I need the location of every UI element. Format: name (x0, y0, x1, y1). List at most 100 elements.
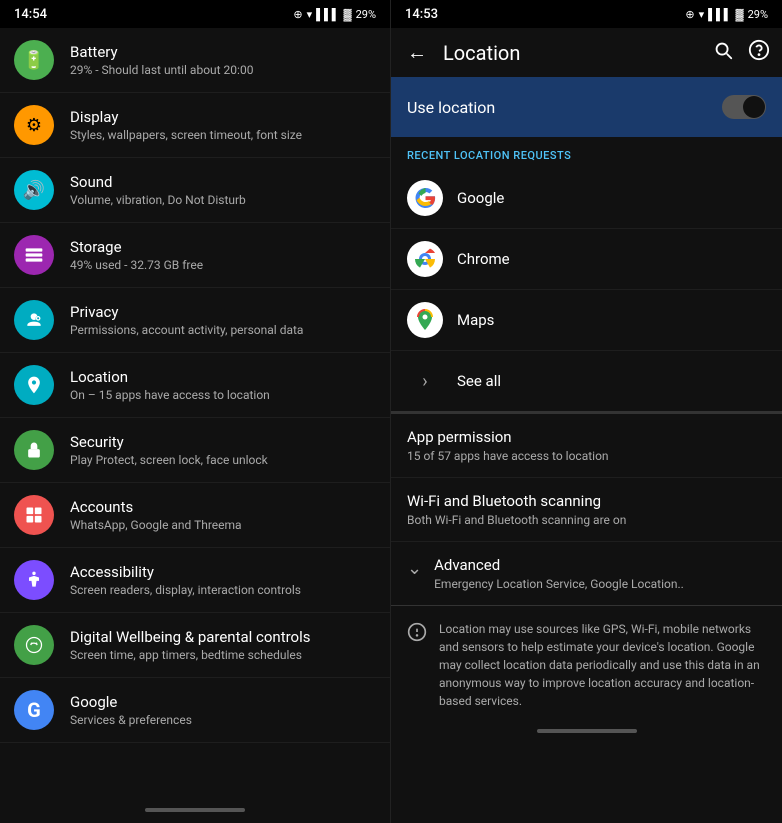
use-location-row[interactable]: Use location (391, 77, 782, 137)
sidebar-item-storage[interactable]: Storage 49% used - 32.73 GB free (0, 223, 390, 288)
accessibility-subtitle: Screen readers, display, interaction con… (70, 583, 376, 597)
sidebar-item-accessibility[interactable]: Accessibility Screen readers, display, i… (0, 548, 390, 613)
wifi-icon: ▾ (307, 8, 313, 21)
right-status-icons: ⊕ ▾ ▌▌▌ ▓ 29% (685, 8, 768, 21)
sound-title: Sound (70, 173, 376, 191)
wifi-bluetooth-row[interactable]: Wi-Fi and Bluetooth scanning Both Wi-Fi … (391, 478, 782, 542)
left-nav-pill (145, 808, 245, 812)
accessibility-icon-circle (14, 560, 54, 600)
right-status-bar: 14:53 ⊕ ▾ ▌▌▌ ▓ 29% (391, 0, 782, 28)
location-title: Location (70, 368, 376, 386)
battery-text: Battery 29% - Should last until about 20… (70, 43, 376, 77)
digital-wellbeing-text: Digital Wellbeing & parental controls Sc… (70, 628, 376, 662)
sidebar-item-accounts[interactable]: Accounts WhatsApp, Google and Threema (0, 483, 390, 548)
app-permission-row[interactable]: App permission 15 of 57 apps have access… (391, 414, 782, 478)
location-header: ← Location (391, 28, 782, 77)
settings-list: 🔋 Battery 29% - Should last until about … (0, 28, 390, 803)
wifi-bluetooth-subtitle: Both Wi-Fi and Bluetooth scanning are on (407, 513, 766, 527)
advanced-title: Advanced (434, 556, 684, 574)
right-battery-pct: 29% (748, 8, 768, 21)
sidebar-item-security[interactable]: Security Play Protect, screen lock, face… (0, 418, 390, 483)
google-app-icon (407, 180, 443, 216)
storage-text: Storage 49% used - 32.73 GB free (70, 238, 376, 272)
app-item-maps[interactable]: Maps (391, 290, 782, 351)
sidebar-item-display[interactable]: ⚙ Display Styles, wallpapers, screen tim… (0, 93, 390, 158)
left-panel: 14:54 ⊕ ▾ ▌▌▌ ▓ 29% 🔋 Battery 29% - Shou… (0, 0, 391, 823)
security-icon-circle (14, 430, 54, 470)
google-text: Google Services & preferences (70, 693, 376, 727)
left-status-bar: 14:54 ⊕ ▾ ▌▌▌ ▓ 29% (0, 0, 390, 28)
security-subtitle: Play Protect, screen lock, face unlock (70, 453, 376, 467)
disclaimer-row: Location may use sources like GPS, Wi-Fi… (391, 606, 782, 724)
storage-title: Storage (70, 238, 376, 256)
see-all-item[interactable]: › See all (391, 351, 782, 414)
sidebar-item-battery[interactable]: 🔋 Battery 29% - Should last until about … (0, 28, 390, 93)
accounts-text: Accounts WhatsApp, Google and Threema (70, 498, 376, 532)
security-title: Security (70, 433, 376, 451)
signal-icon: ▌▌▌ (316, 8, 339, 21)
app-item-google[interactable]: Google (391, 168, 782, 229)
left-status-icons: ⊕ ▾ ▌▌▌ ▓ 29% (293, 8, 376, 21)
accessibility-title: Accessibility (70, 563, 376, 581)
right-battery-icon: ▓ (736, 8, 744, 21)
use-location-toggle[interactable] (722, 95, 766, 119)
info-icon (407, 622, 427, 647)
right-signal-icon: ▌▌▌ (708, 8, 731, 21)
google-icon-circle: G (14, 690, 54, 730)
back-button[interactable]: ← (403, 36, 431, 69)
sidebar-item-privacy[interactable]: Privacy Permissions, account activity, p… (0, 288, 390, 353)
privacy-title: Privacy (70, 303, 376, 321)
digital-wellbeing-icon-circle (14, 625, 54, 665)
page-title: Location (443, 41, 700, 65)
maps-app-icon (407, 302, 443, 338)
display-title: Display (70, 108, 376, 126)
left-time: 14:54 (14, 7, 47, 22)
location-subtitle: On – 15 apps have access to location (70, 388, 376, 402)
right-nav-pill (537, 729, 637, 733)
battery-icon: ▓ (344, 8, 352, 21)
security-text: Security Play Protect, screen lock, face… (70, 433, 376, 467)
storage-subtitle: 49% used - 32.73 GB free (70, 258, 376, 272)
right-panel: 14:53 ⊕ ▾ ▌▌▌ ▓ 29% ← Location Use locat… (391, 0, 782, 823)
accounts-icon-circle (14, 495, 54, 535)
sound-text: Sound Volume, vibration, Do Not Disturb (70, 173, 376, 207)
display-icon-circle: ⚙ (14, 105, 54, 145)
header-icons (712, 39, 770, 66)
sidebar-item-sound[interactable]: 🔊 Sound Volume, vibration, Do Not Distur… (0, 158, 390, 223)
left-battery-pct: 29% (356, 8, 376, 21)
google-subtitle: Services & preferences (70, 713, 376, 727)
battery-subtitle: 29% - Should last until about 20:00 (70, 63, 376, 77)
help-button[interactable] (748, 39, 770, 66)
advanced-row[interactable]: ⌄ Advanced Emergency Location Service, G… (391, 542, 782, 606)
disclaimer-text: Location may use sources like GPS, Wi-Fi… (439, 620, 766, 710)
battery-title: Battery (70, 43, 376, 61)
storage-icon-circle (14, 235, 54, 275)
location-icon-circle (14, 365, 54, 405)
sidebar-item-location[interactable]: Location On – 15 apps have access to loc… (0, 353, 390, 418)
battery-icon-circle: 🔋 (14, 40, 54, 80)
location-text: Location On – 15 apps have access to loc… (70, 368, 376, 402)
google-title: Google (70, 693, 376, 711)
advanced-subtitle: Emergency Location Service, Google Locat… (434, 577, 684, 591)
sound-icon-circle: 🔊 (14, 170, 54, 210)
privacy-icon-circle (14, 300, 54, 340)
chevron-right-icon: › (407, 363, 443, 399)
display-text: Display Styles, wallpapers, screen timeo… (70, 108, 376, 142)
see-all-label: See all (457, 372, 501, 390)
right-wifi-icon: ▾ (699, 8, 705, 21)
app-permission-subtitle: 15 of 57 apps have access to location (407, 449, 766, 463)
use-location-label: Use location (407, 98, 495, 117)
sidebar-item-digital-wellbeing[interactable]: Digital Wellbeing & parental controls Sc… (0, 613, 390, 678)
sidebar-item-google[interactable]: G Google Services & preferences (0, 678, 390, 743)
vibrate-icon: ⊕ (293, 8, 302, 21)
privacy-text: Privacy Permissions, account activity, p… (70, 303, 376, 337)
display-subtitle: Styles, wallpapers, screen timeout, font… (70, 128, 376, 142)
app-permission-title: App permission (407, 428, 766, 446)
maps-app-name: Maps (457, 311, 494, 329)
app-item-chrome[interactable]: Chrome (391, 229, 782, 290)
sound-subtitle: Volume, vibration, Do Not Disturb (70, 193, 376, 207)
accounts-title: Accounts (70, 498, 376, 516)
advanced-text: Advanced Emergency Location Service, Goo… (434, 556, 684, 591)
chrome-app-icon (407, 241, 443, 277)
search-button[interactable] (712, 39, 734, 66)
